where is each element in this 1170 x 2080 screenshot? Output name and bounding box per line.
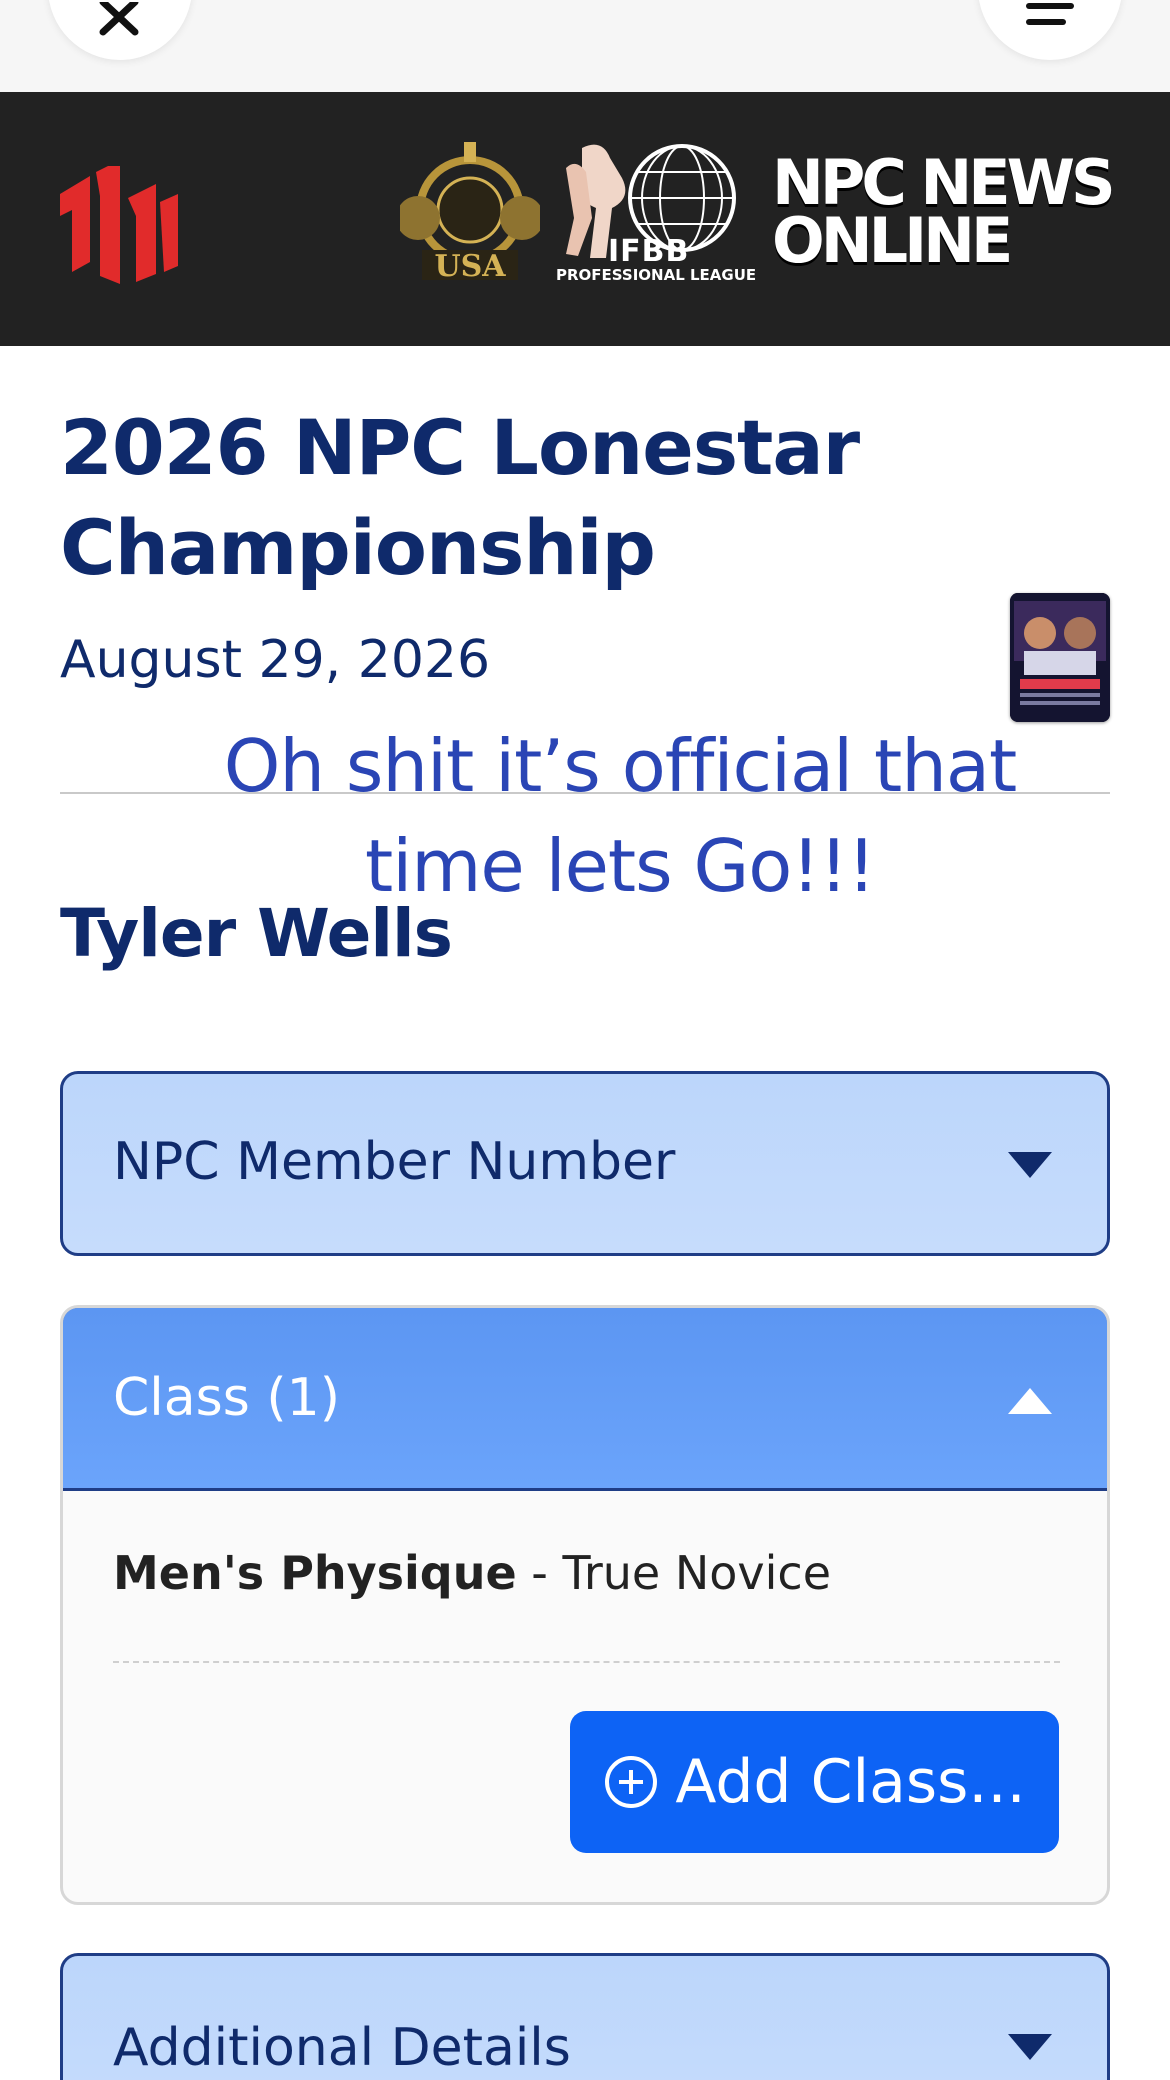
npc-news-online-logo[interactable]: NPC NEWS ONLINE <box>772 152 1116 277</box>
class-level: True Novice <box>562 1546 831 1600</box>
ifbb-text: IFBB <box>608 234 690 269</box>
class-list-divider <box>113 1661 1060 1663</box>
browser-top-strip <box>0 0 1170 92</box>
menu-button[interactable] <box>978 0 1122 60</box>
add-class-label: Add Class... <box>675 1747 1026 1817</box>
npc-seal-text: USA <box>434 249 506 284</box>
event-flyer-thumbnail[interactable] <box>1010 593 1110 722</box>
class-separator: - <box>516 1546 563 1600</box>
chevron-up-icon <box>1008 1388 1052 1414</box>
ifbb-pro-league-logo: IFBB PROFESSIONAL LEAGUE <box>552 138 762 318</box>
npc-news-line2: ONLINE <box>772 204 1013 277</box>
chevron-down-icon <box>1008 1152 1052 1178</box>
athlete-name: Tyler Wells <box>60 895 453 972</box>
header-banner: USA IFBB PROFESSIONAL LEAGUE NPC NEWS ON… <box>0 92 1170 346</box>
accordion-class-header[interactable]: Class (1) <box>63 1308 1107 1491</box>
story-caption-overlay: Oh shit it’s official that time lets Go!… <box>223 724 1018 908</box>
event-title: 2026 NPC Lonestar Championship <box>60 403 860 592</box>
close-button[interactable] <box>48 0 192 60</box>
chevron-down-icon <box>1008 2034 1052 2060</box>
brand-logo[interactable] <box>60 166 178 284</box>
class-division: Men's Physique <box>113 1546 517 1600</box>
close-icon <box>99 2 139 36</box>
accordion-additional-details-label: Additional Details <box>113 2018 571 2078</box>
hamburger-menu-icon <box>1026 3 1074 25</box>
add-class-button[interactable]: Add Class... <box>570 1711 1059 1853</box>
npc-usa-seal-logo: USA <box>400 142 540 284</box>
plus-circle-icon <box>605 1756 658 1808</box>
class-list-item: Men's Physique - True Novice <box>113 1546 831 1600</box>
ifbb-subtext: PROFESSIONAL LEAGUE <box>556 266 757 284</box>
accordion-class-label: Class (1) <box>113 1368 340 1428</box>
accordion-member-number-label: NPC Member Number <box>113 1132 676 1192</box>
accordion-member-number[interactable]: NPC Member Number <box>60 1071 1110 1256</box>
event-date: August 29, 2026 <box>60 630 491 690</box>
accordion-additional-details[interactable]: Additional Details <box>60 1953 1110 2080</box>
accordion-class: Class (1) Men's Physique - True Novice A… <box>60 1305 1110 1905</box>
